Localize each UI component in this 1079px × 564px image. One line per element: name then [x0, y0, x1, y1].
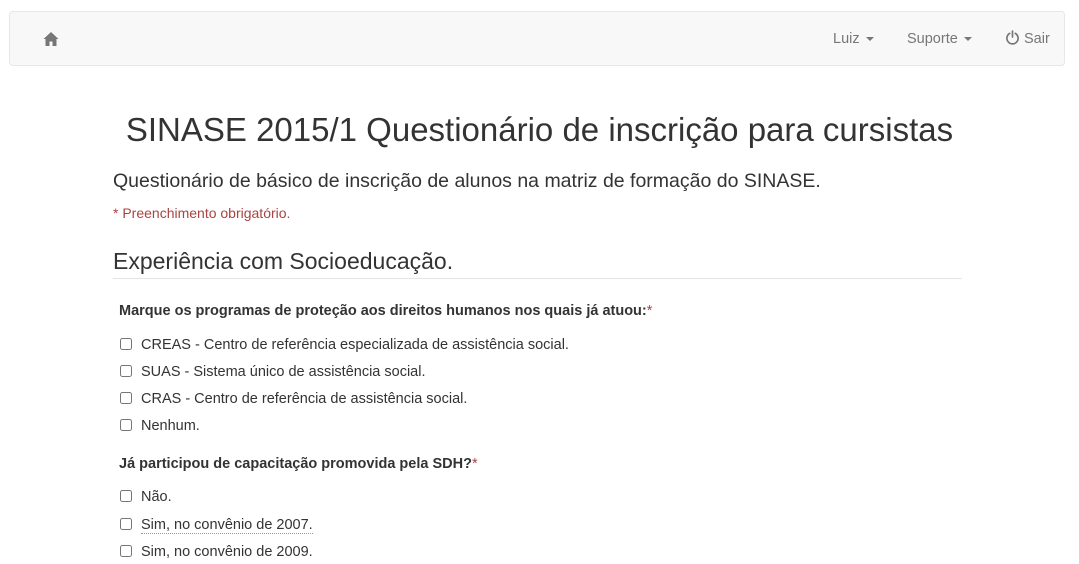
option-nao[interactable]: Não. — [119, 487, 172, 507]
question-programs: Marque os programas de proteção aos dire… — [119, 301, 652, 321]
checkbox-creas[interactable] — [120, 338, 132, 350]
option-suas[interactable]: SUAS - Sistema único de assistência soci… — [119, 362, 426, 382]
option-label: SUAS - Sistema único de assistência soci… — [141, 364, 426, 380]
checkbox-suas[interactable] — [120, 365, 132, 377]
option-cras[interactable]: CRAS - Centro de referência de assistênc… — [119, 389, 467, 409]
caret-down-icon — [963, 37, 972, 42]
option-nenhum[interactable]: Nenhum. — [119, 416, 200, 436]
required-mark: * — [471, 456, 478, 472]
page-description: Questionário de básico de inscrição de a… — [113, 170, 821, 192]
section-title: Experiência com Socioeducação. — [113, 245, 962, 279]
caret-down-icon — [865, 37, 874, 42]
logout-link[interactable]: Sair — [1005, 12, 1050, 65]
home-icon[interactable] — [42, 30, 60, 48]
user-menu[interactable]: Luiz — [833, 12, 874, 65]
option-label: CRAS - Centro de referência de assistênc… — [141, 391, 468, 407]
option-sim-2009[interactable]: Sim, no convênio de 2009. — [119, 542, 313, 562]
option-label: Sim, no convênio de 2007. — [141, 517, 313, 534]
checkbox-sim-2009[interactable] — [120, 545, 132, 557]
user-menu-label: Luiz — [833, 31, 860, 47]
option-sim-2007[interactable]: Sim, no convênio de 2007. — [119, 515, 313, 535]
option-creas[interactable]: CREAS - Centro de referência especializa… — [119, 335, 569, 355]
option-label: CREAS - Centro de referência especializa… — [141, 337, 569, 353]
page-title: SINASE 2015/1 Questionário de inscrição … — [125, 111, 954, 148]
question-label: Já participou de capacitação promovida p… — [119, 456, 472, 472]
required-note: * Preenchimento obrigatório. — [113, 205, 291, 221]
option-label: Nenhum. — [141, 418, 200, 434]
power-icon — [1006, 30, 1019, 45]
question-sdh-training: Já participou de capacitação promovida p… — [119, 454, 478, 474]
top-navbar: Luiz Suporte Sair — [9, 11, 1065, 66]
checkbox-sim-2007[interactable] — [120, 518, 132, 530]
support-menu-label: Suporte — [907, 31, 958, 47]
checkbox-cras[interactable] — [120, 392, 132, 404]
required-mark: * — [646, 303, 653, 319]
checkbox-nenhum[interactable] — [120, 419, 132, 431]
option-label: Sim, no convênio de 2009. — [141, 544, 313, 560]
question-label: Marque os programas de proteção aos dire… — [119, 303, 647, 319]
logout-label: Sair — [1024, 31, 1050, 47]
support-menu[interactable]: Suporte — [907, 12, 972, 65]
checkbox-nao[interactable] — [120, 490, 132, 502]
option-label: Não. — [141, 489, 172, 505]
